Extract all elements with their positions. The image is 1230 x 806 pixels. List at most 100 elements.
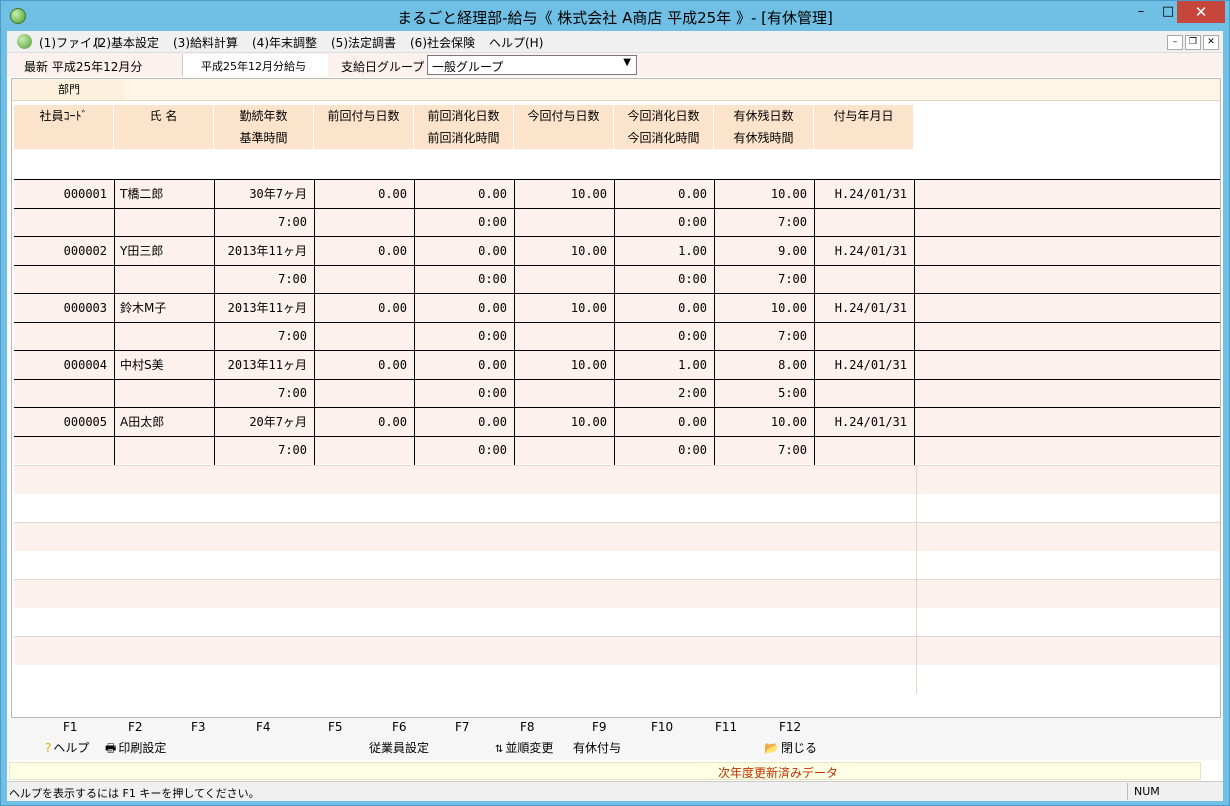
empty-row[interactable] (14, 636, 1220, 694)
employee-code[interactable]: 000004 (14, 351, 114, 379)
grant-leave-button[interactable]: 有休付与 (573, 739, 621, 756)
empty-row[interactable] (14, 579, 1220, 637)
department-label[interactable]: 部門 (14, 80, 124, 100)
years-of-service[interactable]: 2013年11ヶ月 (214, 294, 314, 322)
years-of-service[interactable]: 20年7ヶ月 (214, 408, 314, 436)
prev-used-time[interactable]: 0:00 (414, 379, 514, 407)
fkey-f4[interactable]: F4 (256, 720, 271, 734)
empty-row[interactable] (14, 522, 1220, 580)
base-time[interactable]: 7:00 (214, 322, 314, 350)
fkey-f7[interactable]: F7 (455, 720, 470, 734)
menu-app-icon[interactable] (17, 34, 32, 49)
remain-time[interactable]: 7:00 (714, 208, 814, 236)
prev-used-days[interactable]: 0.00 (414, 180, 514, 208)
years-of-service[interactable]: 2013年11ヶ月 (214, 237, 314, 265)
grant-date[interactable]: H.24/01/31 (814, 408, 914, 436)
table-row[interactable]: 000001 T橋二郎 30年7ヶ月 0.00 0.00 10.00 0.00 … (14, 179, 1220, 237)
table-row[interactable]: 000005 A田太郎 20年7ヶ月 0.00 0.00 10.00 0.00 … (14, 407, 1220, 465)
remain-days[interactable]: 10.00 (714, 294, 814, 322)
cur-used-time[interactable]: 0:00 (614, 208, 714, 236)
employee-code[interactable]: 000002 (14, 237, 114, 265)
header-prev-used[interactable]: 前回消化日数 (414, 105, 514, 127)
close-button[interactable]: 📂 閉じる (764, 739, 817, 756)
header-name[interactable]: 氏 名 (114, 105, 214, 127)
menu-salary-calc[interactable]: (3)給料計算 (173, 34, 238, 51)
fkey-f3[interactable]: F3 (191, 720, 206, 734)
table-row[interactable]: 000004 中村S美 2013年11ヶ月 0.00 0.00 10.00 1.… (14, 350, 1220, 408)
remain-time[interactable]: 7:00 (714, 436, 814, 464)
prev-grant-days[interactable]: 0.00 (314, 180, 414, 208)
cur-used-time[interactable]: 0:00 (614, 436, 714, 464)
base-time[interactable]: 7:00 (214, 265, 314, 293)
help-button[interactable]: ? ヘルプ (45, 739, 89, 756)
fkey-f8[interactable]: F8 (520, 720, 535, 734)
prev-grant-days[interactable]: 0.00 (314, 408, 414, 436)
cur-used-time[interactable]: 2:00 (614, 379, 714, 407)
prev-used-time[interactable]: 0:00 (414, 265, 514, 293)
cur-used-days[interactable]: 0.00 (614, 180, 714, 208)
employee-code[interactable]: 000005 (14, 408, 114, 436)
header-grant-date[interactable]: 付与年月日 (814, 105, 914, 127)
cur-used-time[interactable]: 0:00 (614, 322, 714, 350)
sort-order-button[interactable]: ⇅ 並順変更 (495, 739, 553, 756)
fkey-f10[interactable]: F10 (651, 720, 673, 734)
close-window-button[interactable]: ✕ (1177, 1, 1225, 23)
fkey-f9[interactable]: F9 (592, 720, 607, 734)
grant-date[interactable]: H.24/01/31 (814, 180, 914, 208)
employee-code[interactable]: 000003 (14, 294, 114, 322)
employee-name[interactable]: Y田三郎 (114, 237, 214, 265)
remain-time[interactable]: 5:00 (714, 379, 814, 407)
cur-grant-days[interactable]: 10.00 (514, 408, 614, 436)
fkey-f2[interactable]: F2 (128, 720, 143, 734)
remain-days[interactable]: 8.00 (714, 351, 814, 379)
prev-used-days[interactable]: 0.00 (414, 351, 514, 379)
minimize-button[interactable]: – (1126, 1, 1156, 23)
cur-used-days[interactable]: 0.00 (614, 408, 714, 436)
menu-year-end[interactable]: (4)年末調整 (252, 34, 317, 51)
employee-name[interactable]: T橋二郎 (114, 180, 214, 208)
table-row[interactable]: 000003 鈴木M子 2013年11ヶ月 0.00 0.00 10.00 0.… (14, 293, 1220, 351)
years-of-service[interactable]: 2013年11ヶ月 (214, 351, 314, 379)
cur-used-days[interactable]: 0.00 (614, 294, 714, 322)
header-prev-grant[interactable]: 前回付与日数 (314, 105, 414, 127)
mdi-restore-button[interactable]: ❐ (1185, 35, 1201, 50)
remain-time[interactable]: 7:00 (714, 265, 814, 293)
prev-used-days[interactable]: 0.00 (414, 294, 514, 322)
prev-grant-days[interactable]: 0.00 (314, 351, 414, 379)
menu-help[interactable]: ヘルプ(H) (489, 34, 543, 51)
remain-days[interactable]: 10.00 (714, 180, 814, 208)
header-base-time[interactable]: 基準時間 (214, 127, 314, 149)
cur-used-days[interactable]: 1.00 (614, 237, 714, 265)
cur-used-time[interactable]: 0:00 (614, 265, 714, 293)
fkey-f12[interactable]: F12 (779, 720, 801, 734)
employee-code[interactable]: 000001 (14, 180, 114, 208)
prev-used-days[interactable]: 0.00 (414, 408, 514, 436)
base-time[interactable]: 7:00 (214, 436, 314, 464)
header-remain-time[interactable]: 有休残時間 (714, 127, 814, 149)
header-cur-used[interactable]: 今回消化日数 (614, 105, 714, 127)
mdi-minimize-button[interactable]: – (1167, 35, 1183, 50)
employee-settings-button[interactable]: 従業員設定 (369, 739, 429, 756)
employee-name[interactable]: 中村S美 (114, 351, 214, 379)
years-of-service[interactable]: 30年7ヶ月 (214, 180, 314, 208)
fkey-f11[interactable]: F11 (715, 720, 737, 734)
header-cur-grant[interactable]: 今回付与日数 (514, 105, 614, 127)
remain-days[interactable]: 10.00 (714, 408, 814, 436)
empty-row[interactable] (14, 465, 1220, 523)
prev-used-days[interactable]: 0.00 (414, 237, 514, 265)
cur-grant-days[interactable]: 10.00 (514, 351, 614, 379)
grant-date[interactable]: H.24/01/31 (814, 237, 914, 265)
cur-grant-days[interactable]: 10.00 (514, 180, 614, 208)
header-years[interactable]: 勤続年数 (214, 105, 314, 127)
prev-grant-days[interactable]: 0.00 (314, 237, 414, 265)
fkey-f1[interactable]: F1 (63, 720, 78, 734)
cur-used-days[interactable]: 1.00 (614, 351, 714, 379)
header-remain[interactable]: 有休残日数 (714, 105, 814, 127)
grant-date[interactable]: H.24/01/31 (814, 294, 914, 322)
grant-date[interactable]: H.24/01/31 (814, 351, 914, 379)
header-prev-used-time[interactable]: 前回消化時間 (414, 127, 514, 149)
mdi-close-button[interactable]: ✕ (1203, 35, 1219, 50)
remain-days[interactable]: 9.00 (714, 237, 814, 265)
header-cur-used-time[interactable]: 今回消化時間 (614, 127, 714, 149)
payday-group-select[interactable]: 一般グループ ▼ (427, 55, 637, 75)
